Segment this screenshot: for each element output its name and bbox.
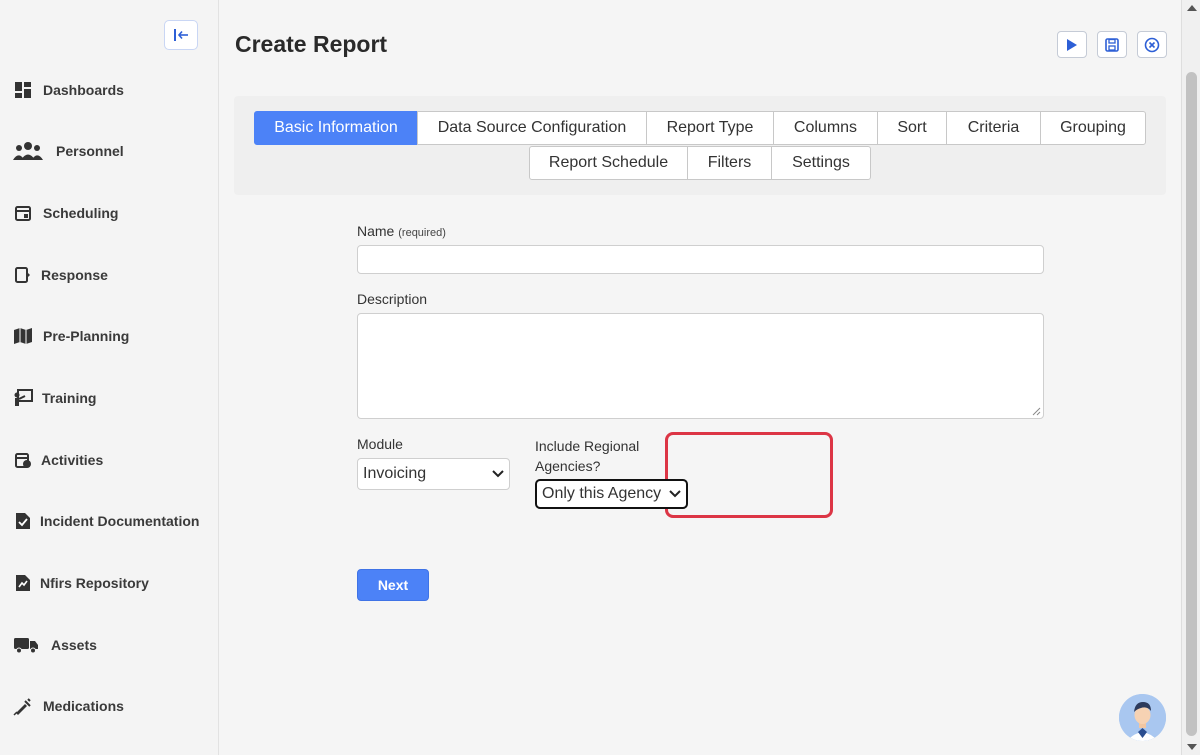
document-check-icon: [12, 510, 34, 532]
tab-grouping[interactable]: Grouping: [1040, 111, 1146, 145]
name-label: Name (required): [357, 223, 446, 239]
resize-grip-icon[interactable]: [1032, 407, 1041, 416]
calendar-icon: [12, 202, 34, 224]
regional-agencies-label-line1: Include Regional: [535, 438, 640, 454]
page-title: Create Report: [235, 31, 388, 57]
app-window: Dashboards Personnel Scheduling Response: [0, 0, 1200, 755]
regional-agencies-select-value: Only this Agency: [542, 485, 662, 502]
main-content: Create Report Basic Information Data Sou…: [220, 0, 1180, 755]
scrollbar[interactable]: [1181, 0, 1200, 755]
module-select[interactable]: Invoicing: [357, 458, 510, 490]
required-indicator: (required): [398, 227, 446, 239]
sidebar-item-label: Activities: [41, 452, 104, 468]
sidebar-item-response[interactable]: Response: [0, 255, 219, 295]
tab-settings[interactable]: Settings: [771, 146, 871, 180]
regional-agencies-select[interactable]: Only this Agency: [535, 479, 688, 509]
sidebar-item-scheduling[interactable]: Scheduling: [0, 193, 219, 233]
play-icon: [1067, 38, 1077, 51]
tab-criteria[interactable]: Criteria: [946, 111, 1041, 145]
sidebar-item-label: Dashboards: [43, 82, 124, 98]
regional-agencies-label-line2: Agencies?: [535, 458, 601, 474]
sidebar-item-pre-planning[interactable]: Pre-Planning: [0, 316, 219, 356]
assistant-person-icon: [1119, 694, 1166, 741]
close-circle-icon: [1144, 37, 1160, 52]
next-button[interactable]: Next: [357, 569, 429, 601]
tab-data-source-configuration[interactable]: Data Source Configuration: [417, 111, 647, 145]
syringe-icon: [12, 695, 34, 717]
sidebar-item-training[interactable]: Training: [0, 378, 219, 418]
document-chart-icon: [12, 572, 34, 594]
sidebar-item-label: Response: [41, 267, 108, 283]
tab-report-type[interactable]: Report Type: [646, 111, 774, 145]
run-report-button[interactable]: [1057, 31, 1087, 58]
sidebar-item-label: Medications: [43, 698, 124, 714]
sidebar-item-nfirs-repository[interactable]: Nfirs Repository: [0, 563, 219, 603]
sidebar-item-incident-documentation[interactable]: Incident Documentation: [0, 501, 219, 541]
sidebar: Dashboards Personnel Scheduling Response: [0, 0, 219, 755]
name-input[interactable]: [357, 245, 1044, 274]
sidebar-item-assets[interactable]: Assets: [0, 625, 219, 665]
sidebar-item-label: Personnel: [56, 143, 124, 159]
sidebar-item-label: Incident Documentation: [40, 513, 200, 529]
tab-row-secondary: Report Schedule Filters Settings: [529, 146, 871, 180]
sidebar-item-dashboards[interactable]: Dashboards: [0, 70, 219, 110]
tab-row-primary: Basic Information Data Source Configurat…: [254, 111, 1146, 145]
regional-agencies-label: Include Regional Agencies?: [535, 436, 639, 476]
tab-columns[interactable]: Columns: [773, 111, 878, 145]
sidebar-item-personnel[interactable]: Personnel: [0, 131, 219, 171]
collapse-sidebar-button[interactable]: [164, 20, 198, 50]
training-icon: [12, 387, 34, 409]
sidebar-item-label: Scheduling: [43, 205, 119, 221]
activities-icon: [12, 449, 34, 471]
description-label: Description: [357, 291, 428, 307]
save-report-button[interactable]: [1097, 31, 1127, 58]
sidebar-item-activities[interactable]: Activities: [0, 440, 219, 480]
report-tabs-panel: Basic Information Data Source Configurat…: [234, 96, 1166, 195]
tab-sort[interactable]: Sort: [877, 111, 947, 145]
description-textarea[interactable]: [357, 313, 1044, 419]
chevron-down-icon: [669, 490, 681, 498]
collapse-left-icon: [174, 29, 188, 41]
sidebar-item-medications[interactable]: Medications: [0, 686, 219, 726]
dashboard-icon: [12, 79, 34, 101]
chevron-down-icon: [492, 470, 504, 478]
sidebar-item-label: Assets: [51, 637, 97, 653]
name-label-text: Name: [357, 223, 395, 239]
assistant-avatar[interactable]: [1119, 694, 1166, 741]
response-icon: [12, 264, 34, 286]
sidebar-item-label: Training: [42, 390, 97, 406]
module-label: Module: [357, 436, 403, 452]
scroll-down-arrow-icon[interactable]: [1187, 744, 1197, 750]
truck-icon: [12, 634, 40, 656]
header-actions: [1057, 31, 1167, 58]
map-icon: [12, 325, 34, 347]
scroll-up-arrow-icon[interactable]: [1187, 5, 1197, 11]
tab-filters[interactable]: Filters: [687, 146, 772, 180]
people-icon: [12, 140, 44, 162]
tab-report-schedule[interactable]: Report Schedule: [529, 146, 688, 180]
highlight-annotation: [665, 432, 833, 518]
scrollbar-thumb[interactable]: [1186, 72, 1197, 736]
save-icon: [1105, 37, 1119, 52]
sidebar-item-label: Nfirs Repository: [40, 575, 149, 591]
sidebar-item-label: Pre-Planning: [43, 328, 130, 344]
module-select-value: Invoicing: [363, 465, 427, 482]
tab-basic-information[interactable]: Basic Information: [254, 111, 418, 145]
close-report-button[interactable]: [1137, 31, 1167, 58]
